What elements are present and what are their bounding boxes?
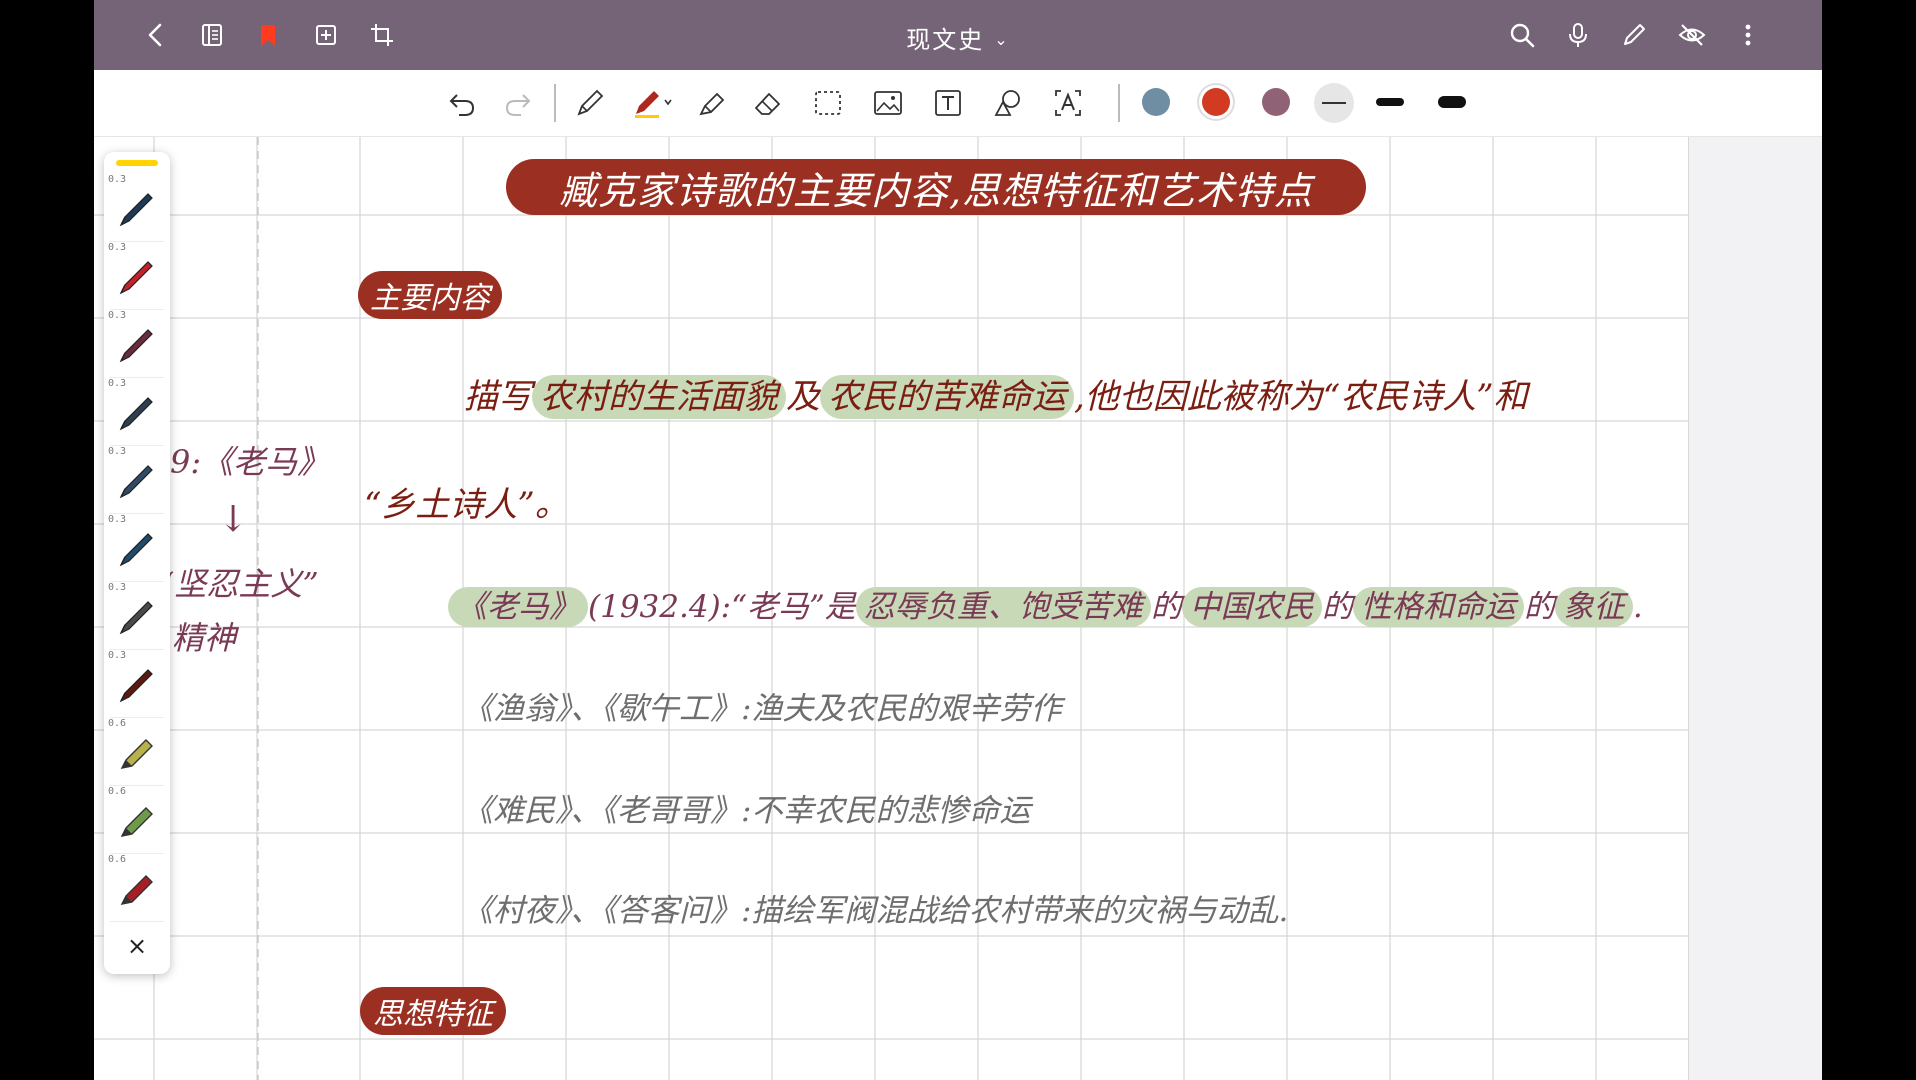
pen-preset[interactable]: 0.3 bbox=[104, 650, 170, 718]
pen-preset[interactable]: 0.3 bbox=[104, 446, 170, 514]
paragraph-line-1: 描写 农村的生活面貌及农民的苦难命运 ,他也因此被称为“农民诗人”和 bbox=[464, 369, 1528, 419]
chevron-down-icon: ⌄ bbox=[994, 30, 1010, 49]
example-line-nanmin: 《难民》、《老哥哥》:不幸农民的悲惨命运 bbox=[462, 793, 1031, 829]
text: 的 bbox=[1523, 589, 1555, 625]
divider bbox=[110, 921, 164, 922]
highlight: 忍辱负重、饱受苦难 bbox=[855, 587, 1151, 627]
margin-note-jianren: “坚忍主义” bbox=[158, 565, 319, 603]
pen-preset[interactable]: 0.3 bbox=[104, 514, 170, 582]
lasso-select-icon[interactable] bbox=[808, 84, 848, 122]
example-line-yuweng: 《渔翁》、《歇午工》:渔夫及农民的艰辛劳作 bbox=[462, 691, 1062, 727]
highlight: 农村的生活面貌 bbox=[532, 375, 786, 419]
pen-size-label: 0.3 bbox=[108, 446, 127, 457]
text: . bbox=[1632, 589, 1643, 625]
stroke-width-thick[interactable] bbox=[1438, 96, 1466, 108]
text: ,他也因此被称为“农民诗人”和 bbox=[1074, 377, 1528, 417]
palette-handle[interactable] bbox=[116, 160, 158, 166]
redo-icon[interactable] bbox=[498, 84, 538, 122]
highlighter-icon[interactable] bbox=[692, 84, 732, 122]
eraser-icon[interactable] bbox=[748, 84, 788, 122]
example-line-cunye: 《村夜》、《答客问》:描绘军阀混战给农村带来的灾祸与动乱. bbox=[462, 893, 1289, 929]
tools-bar bbox=[94, 70, 1822, 137]
page-side-margin bbox=[1688, 137, 1822, 1080]
note-main-title: 臧克家诗歌的主要内容,思想特征和艺术特点 bbox=[506, 159, 1366, 215]
margin-note-laoma: 9:《老马》 bbox=[170, 443, 330, 481]
text: 的 bbox=[1321, 589, 1353, 625]
pen-preset[interactable]: 0.3 bbox=[104, 174, 170, 242]
text-recognition-icon[interactable] bbox=[1048, 84, 1088, 122]
highlight: 性格和命运 bbox=[1352, 587, 1524, 627]
section-heading-thought-features: 思想特征 bbox=[360, 987, 506, 1035]
pen-preset[interactable]: 0.3 bbox=[104, 242, 170, 310]
pen-size-label: 0.3 bbox=[108, 378, 127, 389]
pen-size-label: 0.3 bbox=[108, 310, 127, 321]
pen-size-label: 0.3 bbox=[108, 650, 127, 661]
pen-size-label: 0.3 bbox=[108, 242, 127, 253]
pen-preset[interactable]: 0.3 bbox=[104, 310, 170, 378]
hide-eye-icon[interactable] bbox=[1674, 17, 1710, 53]
example-line-laoma: 《老马》 (1932.4):“老马”是 忍辱负重、饱受苦难的中国农民的性格和命运的象… bbox=[448, 581, 1643, 627]
shape-icon[interactable] bbox=[988, 84, 1028, 122]
pen-size-label: 0.6 bbox=[108, 718, 127, 729]
more-icon[interactable] bbox=[1730, 17, 1766, 53]
toolbar-divider bbox=[554, 84, 556, 122]
pen-preset[interactable]: 0.6 bbox=[104, 854, 170, 922]
mic-icon[interactable] bbox=[1560, 17, 1596, 53]
color-swatch-plum[interactable] bbox=[1262, 88, 1290, 116]
pencil-icon[interactable] bbox=[1616, 17, 1652, 53]
text: (1932.4):“老马”是 bbox=[588, 589, 856, 625]
app-screen: 现文史 ⌄ 臧克家诗歌的主要内容,思想特征和艺术特点 主要内容 描写 农村的生活… bbox=[94, 0, 1822, 1080]
stroke-line bbox=[1322, 102, 1346, 104]
text-box-icon[interactable] bbox=[928, 84, 968, 122]
pen-preset[interactable]: 0.3 bbox=[104, 378, 170, 446]
toolbar-divider bbox=[1118, 84, 1120, 122]
highlight: 中国农民 bbox=[1181, 587, 1322, 627]
pen-size-label: 0.3 bbox=[108, 174, 127, 185]
search-icon[interactable] bbox=[1504, 17, 1540, 53]
close-palette-button[interactable]: × bbox=[104, 932, 170, 968]
stroke-width-medium[interactable] bbox=[1376, 98, 1404, 106]
text: 描写 bbox=[464, 377, 532, 417]
document-title-text: 现文史 bbox=[906, 26, 985, 54]
stroke-width-thin-selected[interactable] bbox=[1314, 83, 1354, 123]
pen-size-label: 0.6 bbox=[108, 786, 127, 797]
pen-palette: 0.3 0.3 0.3 0.3 0.3 0.3 0.3 0.3 0.6 0.6 0.6 × bbox=[104, 152, 170, 974]
highlight: 《老马》 bbox=[448, 587, 588, 627]
pen-preset[interactable]: 0.6 bbox=[104, 718, 170, 786]
margin-arrow-icon: ↓ bbox=[218, 499, 249, 540]
top-app-bar: 现文史 ⌄ bbox=[94, 0, 1822, 70]
pen-size-label: 0.6 bbox=[108, 854, 127, 865]
pen-preset[interactable]: 0.3 bbox=[104, 582, 170, 650]
pen-preset[interactable]: 0.6 bbox=[104, 786, 170, 854]
highlight: 象征 bbox=[1554, 587, 1633, 627]
section-heading-main-content: 主要内容 bbox=[358, 271, 502, 319]
margin-note-jingshen: 精神 bbox=[172, 619, 237, 657]
image-icon[interactable] bbox=[868, 84, 908, 122]
pen-size-label: 0.3 bbox=[108, 582, 127, 593]
undo-icon[interactable] bbox=[442, 84, 482, 122]
note-page[interactable]: 臧克家诗歌的主要内容,思想特征和艺术特点 主要内容 描写 农村的生活面貌及农民的苦… bbox=[94, 137, 1688, 1080]
color-swatch-blue[interactable] bbox=[1142, 88, 1170, 116]
color-swatch-red-selected[interactable] bbox=[1202, 88, 1230, 116]
text: 及 bbox=[786, 377, 820, 417]
pen-tool-icon[interactable] bbox=[628, 84, 680, 122]
highlight: 农民的苦难命运 bbox=[820, 375, 1074, 419]
text: 的 bbox=[1150, 589, 1182, 625]
paragraph-line-2: “乡土诗人”。 bbox=[364, 485, 569, 525]
pen-size-label: 0.3 bbox=[108, 514, 127, 525]
pencil-tool-icon[interactable] bbox=[570, 84, 610, 122]
